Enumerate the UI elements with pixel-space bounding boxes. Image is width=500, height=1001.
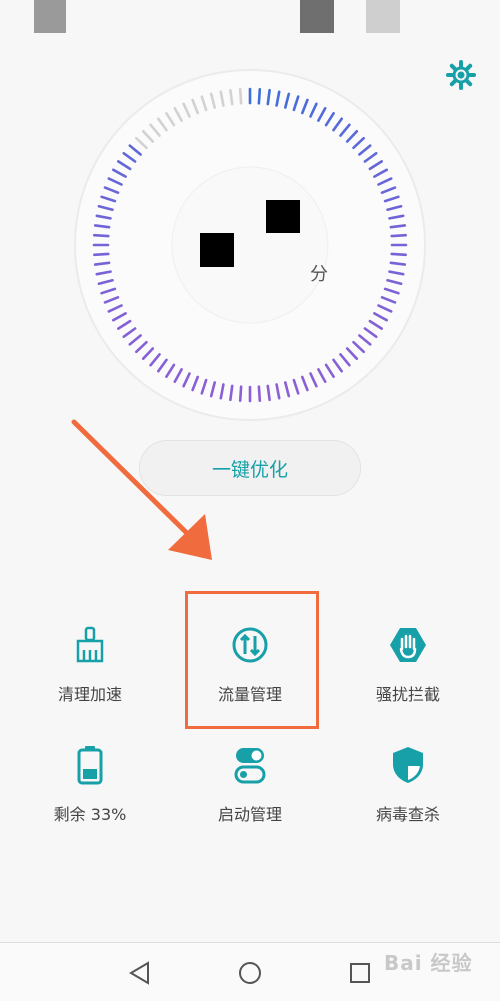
gauge-tick <box>390 233 408 238</box>
gauge-tick <box>229 384 234 402</box>
tile-virus-scan[interactable]: 病毒查杀 <box>328 745 488 855</box>
gauge-tick <box>93 252 110 257</box>
recents-square-icon <box>350 963 370 983</box>
navigation-bar: Bai 经验 <box>0 942 500 1001</box>
annotation-arrow <box>71 419 212 560</box>
gauge-inner-disc <box>171 166 329 324</box>
score-redaction-2 <box>200 233 234 267</box>
annotation-highlight-box <box>185 591 319 729</box>
score-gauge <box>74 69 426 421</box>
gauge-tick <box>266 384 271 402</box>
gauge-tick <box>238 88 243 105</box>
gauge-tick <box>93 233 110 238</box>
tile-label: 骚扰拦截 <box>375 685 440 704</box>
score-unit: 分 <box>310 264 328 285</box>
tile-label: 病毒查杀 <box>375 805 440 824</box>
gauge-tick <box>93 261 111 266</box>
tile-battery[interactable]: 剩余 33% <box>10 745 170 855</box>
gauge-tick <box>229 88 234 106</box>
gauge-tick <box>93 224 111 229</box>
home-circle-icon <box>239 962 261 984</box>
gauge-tick <box>257 88 262 105</box>
gauge-tick <box>238 385 243 403</box>
score-redaction-1 <box>266 200 300 233</box>
back-triangle-icon <box>129 961 149 985</box>
battery-icon <box>77 746 103 785</box>
tile-startup-management[interactable]: 启动管理 <box>170 745 330 855</box>
tile-label: 清理加速 <box>57 685 122 704</box>
tile-clean-speedup[interactable]: 清理加速 <box>10 625 170 735</box>
home-button[interactable] <box>236 959 264 987</box>
broom-icon <box>76 626 104 663</box>
back-button[interactable] <box>126 959 154 987</box>
shield-icon <box>393 747 423 783</box>
baidu-watermark: Bai 经验 <box>384 951 473 975</box>
gauge-tick <box>389 224 407 229</box>
gauge-tick <box>266 88 271 106</box>
gauge-tick <box>390 252 408 257</box>
gauge-tick <box>257 385 262 403</box>
gauge-tick <box>389 261 407 266</box>
tile-label: 启动管理 <box>217 805 282 824</box>
recents-button[interactable] <box>346 959 374 987</box>
tile-harassment-block[interactable]: 骚扰拦截 <box>328 625 488 735</box>
startup-toggle-icon <box>234 748 266 784</box>
block-hand-icon <box>390 628 426 662</box>
tile-label: 剩余 33% <box>53 805 127 824</box>
